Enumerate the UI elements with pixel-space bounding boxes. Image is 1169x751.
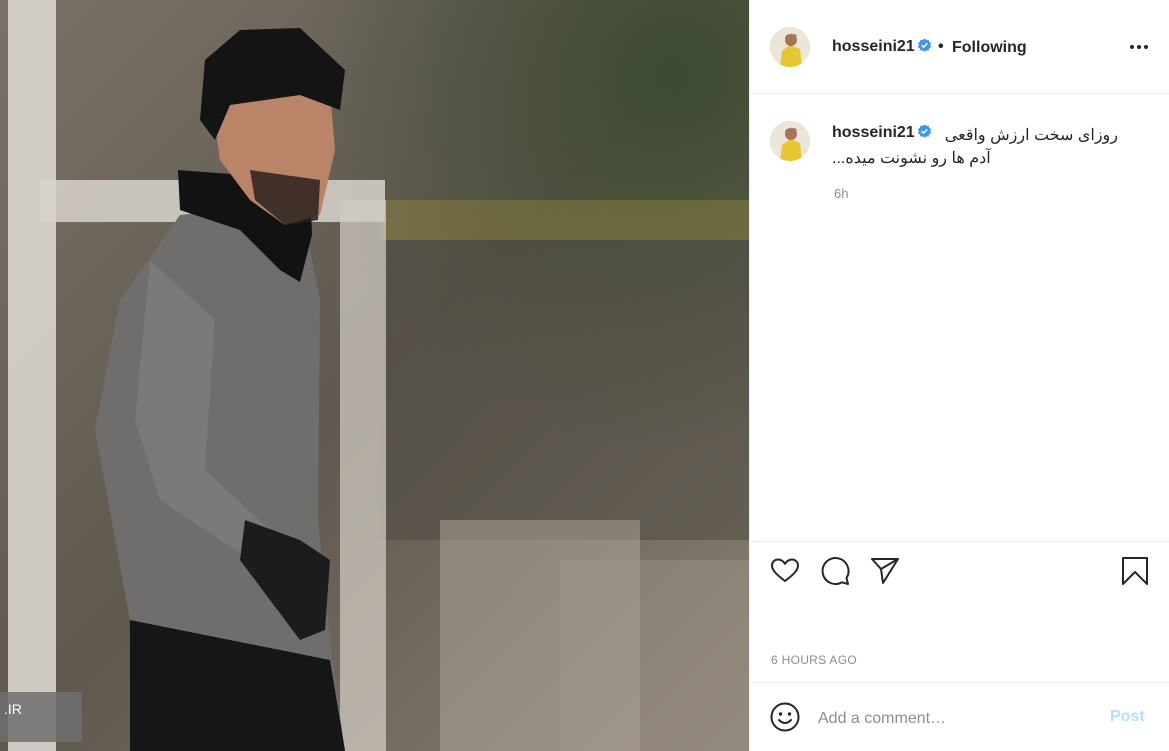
username-link[interactable]: hosseini21 xyxy=(832,38,915,56)
caption-avatar[interactable] xyxy=(770,121,810,161)
verified-badge-icon xyxy=(917,124,932,138)
avatar-image xyxy=(770,27,810,67)
post-timestamp[interactable]: 6 HOURS AGO xyxy=(771,653,857,667)
more-options-icon[interactable] xyxy=(1122,30,1156,64)
emoji-smiley-icon[interactable] xyxy=(768,700,802,734)
caption-time[interactable]: 6h xyxy=(834,186,848,201)
comment-input[interactable] xyxy=(818,707,1098,731)
comment-bar: Post xyxy=(750,682,1169,751)
photo-watermark: .IR xyxy=(0,692,82,742)
post-comment-button[interactable]: Post xyxy=(1110,708,1145,726)
paper-plane-icon[interactable] xyxy=(868,554,902,588)
post-details-panel: hosseini21 • Following hosseini21 روزای … xyxy=(749,0,1169,751)
action-bar xyxy=(750,541,1169,601)
caption-text-line1: روزای سخت ارزش واقعی xyxy=(944,127,1118,144)
comment-bubble-icon[interactable] xyxy=(818,554,852,588)
heart-icon[interactable] xyxy=(768,554,802,588)
photo-illustration xyxy=(0,0,749,751)
separator-dot: • xyxy=(938,38,944,55)
bookmark-icon[interactable] xyxy=(1118,554,1152,588)
avatar[interactable] xyxy=(770,27,810,67)
avatar-image xyxy=(770,121,810,161)
caption-username-link[interactable]: hosseini21 xyxy=(832,124,915,142)
post-photo[interactable]: .IR xyxy=(0,0,749,751)
verified-badge-icon xyxy=(917,38,932,52)
following-button[interactable]: Following xyxy=(952,39,1027,57)
post-header: hosseini21 • Following xyxy=(750,0,1169,94)
caption-text-line2: آدم ها رو نشونت میده... xyxy=(832,150,991,167)
